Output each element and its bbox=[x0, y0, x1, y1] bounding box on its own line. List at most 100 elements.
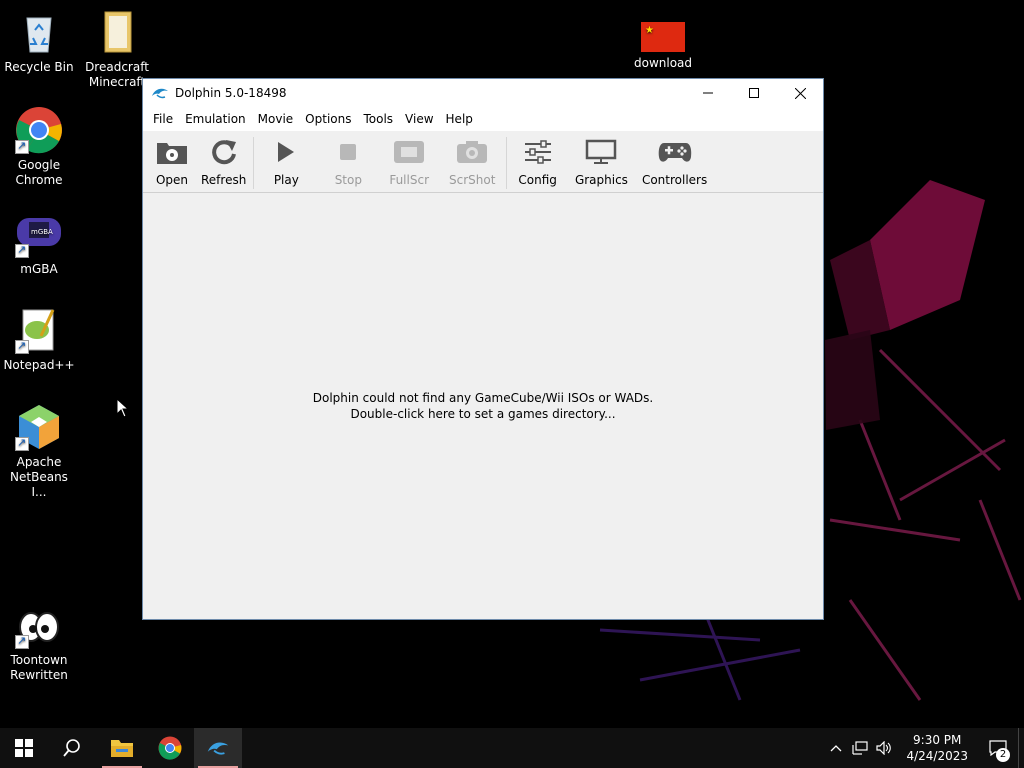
graphics-button[interactable]: Graphics bbox=[567, 137, 636, 187]
config-button[interactable]: Config bbox=[508, 137, 567, 187]
netbeans-icon bbox=[15, 403, 63, 451]
desktop-icon-notepadplusplus[interactable]: Notepad++ bbox=[1, 306, 77, 373]
desktop-icon-mgba[interactable]: mGBA mGBA bbox=[1, 210, 77, 277]
config-sliders-icon bbox=[521, 137, 555, 167]
desktop-icon-label: Apache NetBeans I... bbox=[10, 455, 68, 499]
stop-icon bbox=[331, 137, 365, 167]
game-list-area[interactable]: Dolphin could not find any GameCube/Wii … bbox=[143, 193, 823, 619]
desktop-icon-google-chrome[interactable]: Google Chrome bbox=[1, 106, 77, 188]
recycle-bin-icon bbox=[15, 8, 63, 56]
shortcut-arrow-icon bbox=[15, 435, 29, 451]
play-button[interactable]: Play bbox=[255, 137, 317, 187]
set-directory-hint: Double-click here to set a games directo… bbox=[350, 407, 616, 421]
taskbar: 9:30 PM 4/24/2023 2 bbox=[0, 728, 1024, 768]
refresh-button[interactable]: Refresh bbox=[195, 137, 252, 187]
search-icon bbox=[63, 739, 80, 757]
shortcut-arrow-icon bbox=[15, 633, 29, 649]
windows-start-icon bbox=[15, 739, 33, 757]
dolphin-window[interactable]: Dolphin 5.0-18498 File Emulation Movie O… bbox=[142, 78, 824, 620]
fullscreen-icon bbox=[392, 137, 426, 167]
desktop-icon-label: download bbox=[633, 56, 693, 70]
toontown-icon bbox=[15, 601, 63, 649]
menu-help[interactable]: Help bbox=[440, 112, 479, 126]
start-button[interactable] bbox=[0, 728, 48, 768]
notification-count-badge: 2 bbox=[996, 748, 1010, 762]
stop-label: Stop bbox=[334, 173, 362, 187]
fullscreen-label: FullScr bbox=[389, 173, 429, 187]
action-center-button[interactable]: 2 bbox=[978, 728, 1018, 768]
menu-tools[interactable]: Tools bbox=[357, 112, 399, 126]
menu-file[interactable]: File bbox=[147, 112, 179, 126]
refresh-icon bbox=[207, 137, 241, 167]
system-tray: 9:30 PM 4/24/2023 2 bbox=[824, 728, 1024, 768]
search-button[interactable] bbox=[48, 728, 96, 768]
taskbar-chrome[interactable] bbox=[146, 728, 194, 768]
network-icon bbox=[852, 741, 869, 755]
minimize-button[interactable] bbox=[685, 79, 731, 107]
desktop-icon-label: Google Chrome bbox=[15, 158, 63, 187]
graphics-label: Graphics bbox=[574, 173, 628, 187]
title-bar[interactable]: Dolphin 5.0-18498 bbox=[143, 79, 823, 107]
window-title: Dolphin 5.0-18498 bbox=[175, 86, 287, 100]
desktop-icon-netbeans[interactable]: Apache NetBeans I... bbox=[1, 403, 77, 500]
speaker-icon bbox=[876, 741, 892, 755]
notepadplusplus-icon bbox=[15, 306, 63, 354]
menu-movie[interactable]: Movie bbox=[252, 112, 300, 126]
network-button[interactable] bbox=[848, 728, 872, 768]
maximize-button[interactable] bbox=[731, 79, 777, 107]
svg-text:★: ★ bbox=[645, 25, 654, 36]
toolbar: Open Refresh Play Stop FullScr ScrShot C… bbox=[143, 131, 823, 193]
desktop-icon-toontown[interactable]: Toontown Rewritten bbox=[1, 601, 77, 683]
desktop-icon-recycle-bin[interactable]: Recycle Bin bbox=[1, 8, 77, 75]
menu-bar: File Emulation Movie Options Tools View … bbox=[143, 107, 823, 131]
fullscreen-button[interactable]: FullScr bbox=[379, 137, 439, 187]
mgba-icon: mGBA bbox=[15, 210, 63, 258]
flag-image-icon: ★ bbox=[639, 20, 687, 52]
open-button[interactable]: Open bbox=[149, 137, 195, 187]
show-desktop-button[interactable] bbox=[1018, 728, 1024, 768]
play-label: Play bbox=[273, 173, 299, 187]
taskbar-dolphin[interactable] bbox=[194, 728, 242, 768]
chevron-up-icon bbox=[831, 745, 842, 752]
menu-view[interactable]: View bbox=[399, 112, 439, 126]
file-explorer-icon bbox=[111, 740, 133, 757]
empty-list-message: Dolphin could not find any GameCube/Wii … bbox=[312, 391, 654, 405]
desktop-icon-label: Notepad++ bbox=[3, 358, 75, 372]
mouse-cursor-icon bbox=[116, 398, 130, 418]
play-icon bbox=[269, 137, 303, 167]
shortcut-arrow-icon bbox=[15, 242, 29, 258]
minimize-icon bbox=[703, 92, 713, 94]
chrome-icon bbox=[158, 736, 182, 760]
volume-button[interactable] bbox=[872, 728, 896, 768]
config-label: Config bbox=[518, 173, 557, 187]
clock-date: 4/24/2023 bbox=[906, 749, 968, 763]
desktop-icon-label: Recycle Bin bbox=[4, 60, 74, 74]
open-label: Open bbox=[155, 173, 189, 187]
stop-button[interactable]: Stop bbox=[317, 137, 379, 187]
menu-options[interactable]: Options bbox=[299, 112, 357, 126]
desktop-icon-download[interactable]: ★ download bbox=[625, 20, 701, 71]
menu-emulation[interactable]: Emulation bbox=[179, 112, 252, 126]
taskbar-file-explorer[interactable] bbox=[98, 728, 146, 768]
show-hidden-icons-button[interactable] bbox=[824, 728, 848, 768]
folder-icon bbox=[93, 8, 141, 56]
desktop-icon-label: mGBA bbox=[20, 262, 58, 276]
svg-text:mGBA: mGBA bbox=[31, 228, 53, 236]
controllers-button[interactable]: Controllers bbox=[636, 137, 713, 187]
monitor-icon bbox=[584, 137, 618, 167]
screenshot-label: ScrShot bbox=[449, 173, 496, 187]
toolbar-separator bbox=[506, 137, 508, 189]
maximize-icon bbox=[749, 88, 759, 98]
gamepad-icon bbox=[658, 137, 692, 167]
screenshot-button[interactable]: ScrShot bbox=[439, 137, 505, 187]
clock[interactable]: 9:30 PM 4/24/2023 bbox=[896, 732, 978, 764]
chrome-icon bbox=[15, 106, 63, 154]
shortcut-arrow-icon bbox=[15, 138, 29, 154]
dolphin-icon bbox=[207, 742, 229, 755]
toolbar-separator bbox=[253, 137, 255, 189]
camera-icon bbox=[455, 137, 489, 167]
close-icon bbox=[794, 87, 806, 99]
clock-time: 9:30 PM bbox=[913, 733, 962, 747]
close-button[interactable] bbox=[777, 79, 823, 107]
refresh-label: Refresh bbox=[201, 173, 247, 187]
